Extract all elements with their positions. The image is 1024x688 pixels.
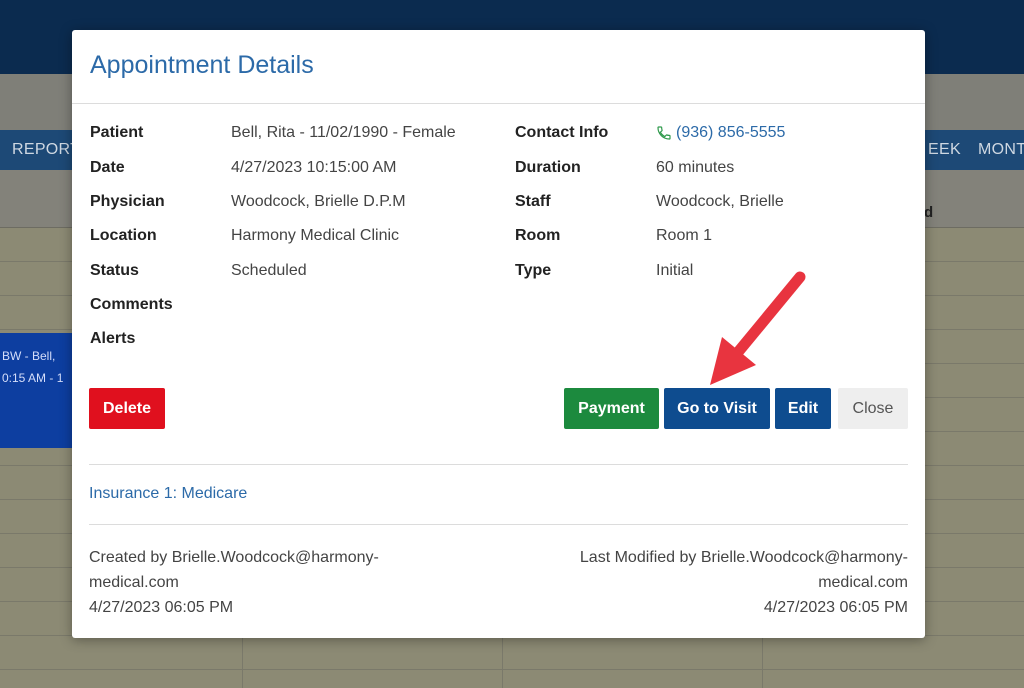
label-type: Type <box>515 262 552 279</box>
created-info: Created by Brielle.Woodcock@harmony- med… <box>89 545 379 620</box>
section-divider <box>89 464 908 465</box>
close-button[interactable]: Close <box>838 388 908 429</box>
payment-button[interactable]: Payment <box>564 388 659 429</box>
label-staff: Staff <box>515 193 551 210</box>
delete-button[interactable]: Delete <box>89 388 165 429</box>
modified-by-line1: Last Modified by Brielle.Woodcock@harmon… <box>579 549 908 566</box>
label-room: Room <box>515 227 561 244</box>
go-to-visit-button[interactable]: Go to Visit <box>664 388 770 429</box>
calendar-event[interactable]: BW - Bell, 0:15 AM - 1 <box>0 333 72 448</box>
modified-by-line2: medical.com <box>818 574 908 591</box>
title-divider <box>72 103 925 104</box>
calendar-event-title: BW - Bell, <box>2 349 56 363</box>
value-duration: 60 minutes <box>656 159 735 176</box>
edit-button[interactable]: Edit <box>775 388 831 429</box>
value-staff: Woodcock, Brielle <box>656 193 784 210</box>
label-status: Status <box>90 262 139 279</box>
modified-date: 4/27/2023 06:05 PM <box>763 599 908 616</box>
value-type: Initial <box>656 262 694 279</box>
section-divider <box>89 524 908 525</box>
created-by-line1: Created by Brielle.Woodcock@harmony- <box>89 549 379 566</box>
label-patient: Patient <box>90 124 144 141</box>
label-alerts: Alerts <box>90 330 136 347</box>
calendar-event-time: 0:15 AM - 1 <box>2 371 64 385</box>
modal-title: Appointment Details <box>90 51 314 79</box>
value-date: 4/27/2023 10:15:00 AM <box>231 159 397 176</box>
created-date: 4/27/2023 06:05 PM <box>89 599 234 616</box>
label-contact-info: Contact Info <box>515 124 609 141</box>
calendar-column-header: d <box>924 204 934 221</box>
label-comments: Comments <box>90 296 173 313</box>
contact-phone-number[interactable]: (936) 856-5555 <box>676 124 785 142</box>
value-room: Room 1 <box>656 227 713 244</box>
created-by-line2: medical.com <box>89 574 179 591</box>
modified-info: Last Modified by Brielle.Woodcock@harmon… <box>580 545 908 620</box>
value-status: Scheduled <box>231 262 307 279</box>
value-physician: Woodcock, Brielle D.P.M <box>231 193 406 210</box>
label-physician: Physician <box>90 193 165 210</box>
nav-item-reports[interactable]: REPORT <box>12 141 80 159</box>
value-patient: Bell, Rita - 11/02/1990 - Female <box>231 124 456 141</box>
phone-icon <box>657 126 671 140</box>
nav-item-month[interactable]: MONT <box>978 141 1024 159</box>
annotation-arrow-icon <box>710 271 806 385</box>
value-location: Harmony Medical Clinic <box>231 227 400 244</box>
label-location: Location <box>90 227 157 244</box>
nav-item-week[interactable]: EEK <box>928 141 961 159</box>
label-date: Date <box>90 159 125 176</box>
insurance-link[interactable]: Insurance 1: Medicare <box>89 485 247 503</box>
contact-phone[interactable]: (936) 856-5555 <box>656 124 785 146</box>
label-duration: Duration <box>515 159 581 176</box>
